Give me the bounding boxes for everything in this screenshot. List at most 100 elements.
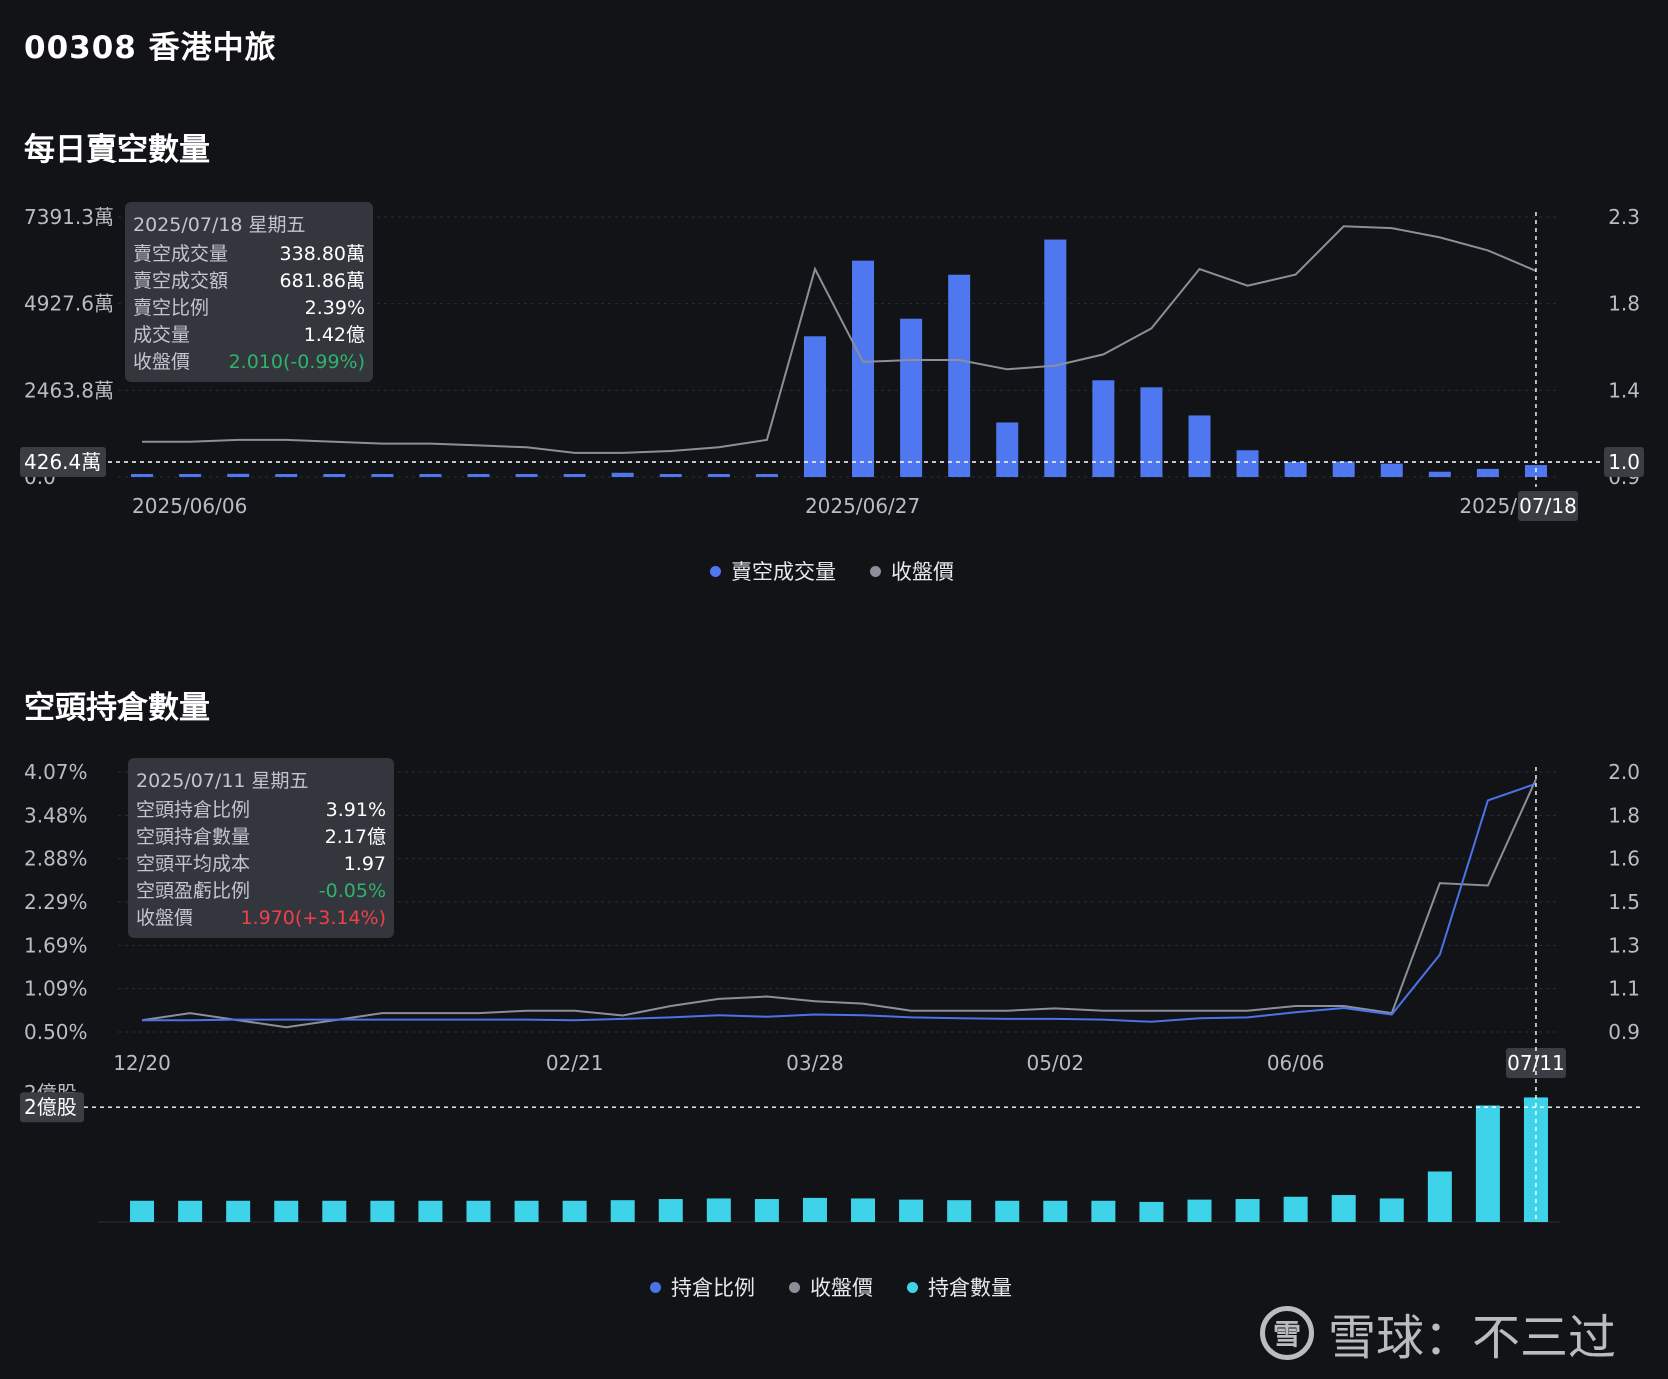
legend-short-position: 持倉比例 收盤價 持倉數量 [650, 1272, 1012, 1302]
position-volume-bar [1091, 1200, 1116, 1222]
short-volume-bar [1140, 387, 1163, 477]
tooltip-row: 收盤價 1.970(+3.14%) [136, 907, 386, 929]
short-volume-bar [803, 336, 826, 477]
legend-dot-icon [710, 565, 721, 577]
position-volume-bar [130, 1200, 155, 1222]
left-axis-tick: 2.88% [24, 847, 88, 871]
position-volume-bar [370, 1200, 395, 1222]
legend-item-position-volume[interactable]: 持倉數量 [907, 1272, 1012, 1302]
position-volume-bar [1331, 1195, 1356, 1222]
legend-item-close-price[interactable]: 收盤價 [789, 1272, 873, 1302]
short-volume-bar [563, 474, 586, 477]
right-axis-tick: 1.8 [1608, 803, 1640, 827]
crosshair-right-label: 1.0 [1608, 450, 1640, 474]
tooltip-row: 成交量 1.42億 [133, 324, 365, 346]
right-axis-tick: 1.5 [1608, 890, 1640, 914]
short-volume-bar [852, 260, 875, 477]
position-volume-bar [1475, 1105, 1500, 1222]
short-volume-bar [131, 474, 154, 477]
x-axis-tick: 06/06 [1267, 1051, 1325, 1075]
left-axis-tick: 2.29% [24, 890, 88, 914]
position-volume-bar [851, 1198, 876, 1222]
short-volume-bar [419, 474, 442, 477]
left-axis-tick: 3.48% [24, 803, 88, 827]
tooltip-row: 空頭平均成本 1.97 [136, 853, 386, 875]
short-volume-bar [1332, 461, 1355, 477]
legend-item-short-volume[interactable]: 賣空成交量 [710, 556, 836, 586]
x-axis-tick: 2025/06/27 [805, 494, 920, 518]
position-volume-bar [658, 1199, 683, 1222]
position-volume-bar [995, 1200, 1020, 1222]
tooltip-row: 空頭持倉數量 2.17億 [136, 826, 386, 848]
position-volume-bar [418, 1200, 443, 1222]
right-axis-tick: 1.8 [1608, 292, 1640, 316]
position-volume-bar [1427, 1171, 1452, 1222]
crosshair-left-label: 426.4萬 [24, 450, 101, 474]
position-volume-bar [947, 1200, 972, 1222]
short-volume-bar [659, 474, 682, 477]
legend-dot-icon [650, 1281, 661, 1293]
right-axis-tick: 1.3 [1608, 933, 1640, 957]
position-volume-bar [466, 1200, 491, 1222]
tooltip-row: 收盤價 2.010(-0.99%) [133, 351, 365, 373]
tooltip-date: 2025/07/18 星期五 [133, 214, 306, 236]
legend-item-close-price[interactable]: 收盤價 [870, 556, 954, 586]
position-volume-bar [899, 1199, 924, 1222]
tooltip-row: 空頭盈虧比例 -0.05% [136, 880, 386, 902]
short-volume-bar [1476, 468, 1499, 477]
x-axis-tick: 12/20 [113, 1051, 171, 1075]
tooltip-row: 賣空成交量 338.80萬 [133, 243, 365, 265]
page-title: 00308 香港中旅 [24, 30, 277, 66]
position-volume-bar [1379, 1198, 1404, 1222]
legend-dot-icon [789, 1281, 800, 1293]
right-axis-tick: 1.1 [1608, 977, 1640, 1001]
short-position-tooltip: 2025/07/11 星期五 空頭持倉比例 3.91% 空頭持倉數量 2.17億 空… [128, 758, 394, 938]
position-volume-bar [322, 1200, 347, 1222]
short-volume-bar [996, 422, 1019, 477]
legend-short-selling: 賣空成交量 收盤價 [710, 556, 954, 586]
right-axis-tick: 2.3 [1608, 205, 1640, 229]
short-selling-tooltip: 2025/07/18 星期五 賣空成交量 338.80萬 賣空成交額 681.86萬… [125, 202, 373, 382]
position-volume-bar [754, 1199, 779, 1222]
short-volume-bar [515, 474, 538, 477]
x-axis-tick: 2025/06/06 [132, 494, 247, 518]
position-volume-bar [274, 1200, 299, 1222]
tooltip-row: 賣空成交額 681.86萬 [133, 270, 365, 292]
x-axis-tick: 02/21 [546, 1051, 604, 1075]
short-volume-bar [1236, 450, 1259, 477]
legend-dot-icon [870, 565, 881, 577]
short-volume-bar [900, 318, 923, 477]
short-volume-bar [707, 474, 730, 477]
short-volume-bar [179, 474, 202, 477]
section-title-short-position: 空頭持倉數量 [24, 690, 210, 726]
position-volume-bar [706, 1198, 731, 1222]
x-axis-tick-prefix: 2025/ [1459, 494, 1517, 518]
short-volume-bar [1284, 461, 1307, 477]
short-volume-bar [755, 474, 778, 477]
short-volume-bar [1188, 415, 1211, 477]
short-volume-bar [467, 474, 490, 477]
tooltip-date: 2025/07/11 星期五 [136, 770, 309, 792]
short-volume-bar [611, 472, 634, 477]
short-volume-bar [1380, 463, 1403, 477]
short-volume-bar [1428, 471, 1451, 477]
watermark-text: 雪球：不三过 [1327, 1310, 1616, 1366]
left-axis-tick: 1.69% [24, 933, 88, 957]
short-volume-bar [948, 274, 971, 477]
short-volume-bar [1044, 239, 1067, 477]
position-volume-bar [1235, 1199, 1260, 1222]
position-volume-bar [562, 1200, 587, 1222]
left-axis-tick: 4.07% [24, 760, 88, 784]
left-axis-tick: 0.50% [24, 1020, 88, 1044]
crosshair-x-label: 07/18 [1519, 494, 1577, 518]
short-volume-bar [227, 473, 250, 477]
left-axis-tick: 1.09% [24, 977, 88, 1001]
left-axis-tick: 2463.8萬 [24, 378, 114, 402]
legend-item-position-ratio[interactable]: 持倉比例 [650, 1272, 755, 1302]
watermark: 雪 雪球：不三过 [1259, 1298, 1616, 1368]
tooltip-row: 賣空比例 2.39% [133, 297, 365, 319]
short-volume-bar [371, 474, 394, 477]
snowball-logo-icon: 雪 [1259, 1306, 1314, 1360]
position-volume-bar [1043, 1200, 1068, 1222]
right-axis-tick: 1.6 [1608, 847, 1640, 871]
